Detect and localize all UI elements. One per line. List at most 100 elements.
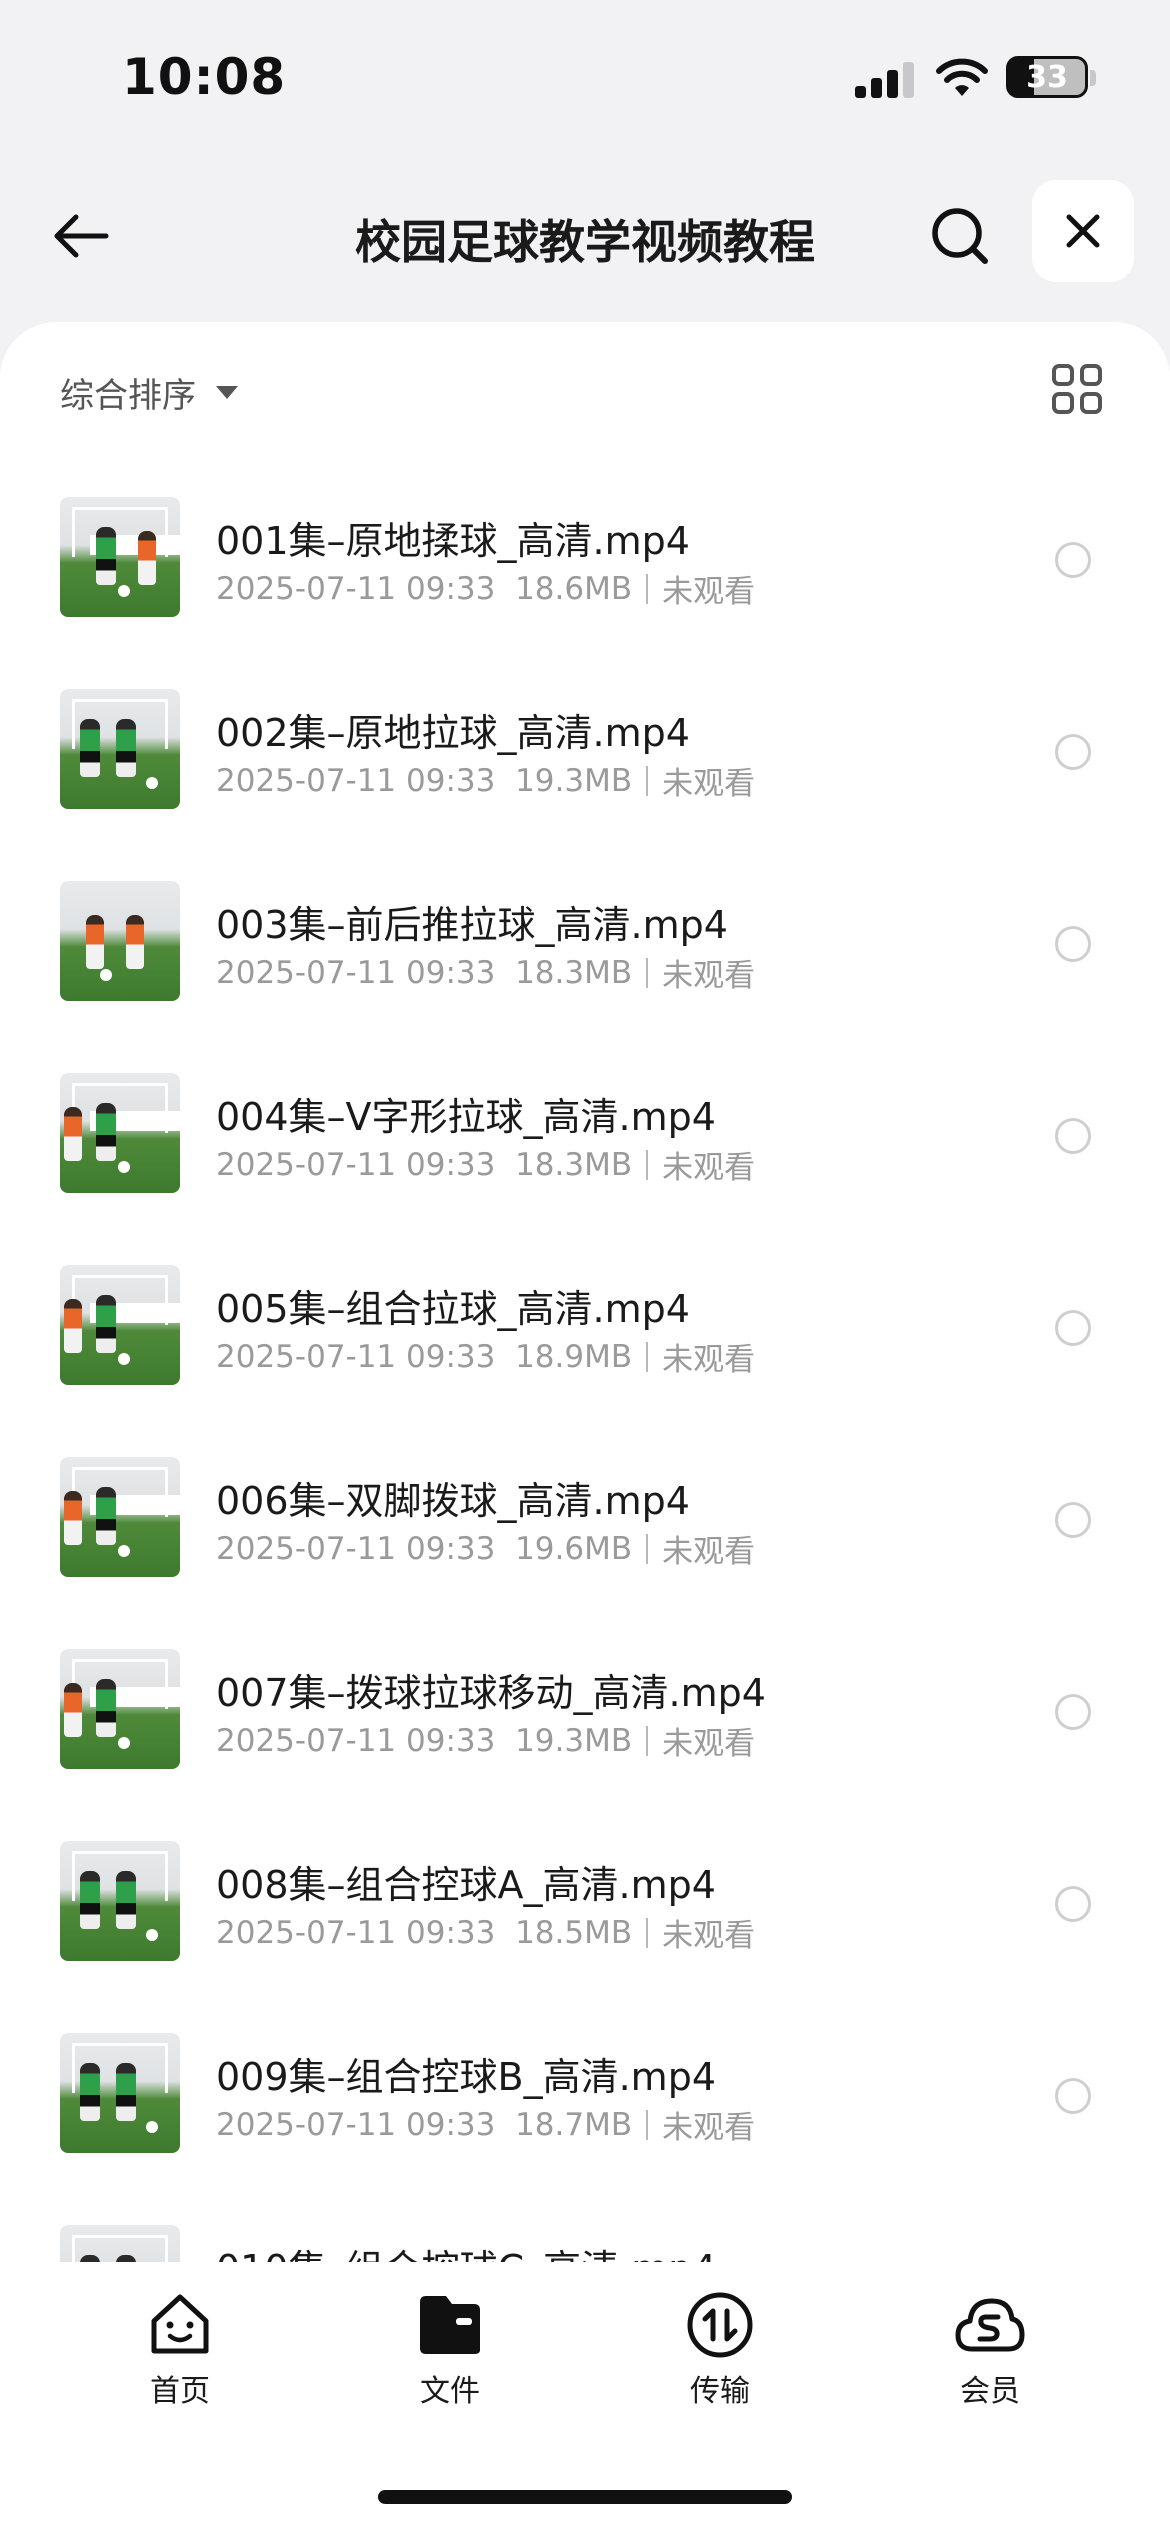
select-checkbox[interactable]: [1055, 734, 1091, 770]
select-checkbox[interactable]: [1055, 2078, 1091, 2114]
grid-view-icon: [1052, 364, 1074, 386]
file-name: 010集–组合控球C_高清.mp4: [216, 2238, 716, 2262]
video-thumbnail: [60, 1457, 180, 1577]
close-icon: [1066, 214, 1100, 248]
file-date: 2025-07-11 09:33: [216, 1146, 496, 1183]
video-thumbnail: [60, 1073, 180, 1193]
select-checkbox[interactable]: [1055, 542, 1091, 578]
battery-tip: [1090, 70, 1096, 86]
video-thumbnail: [60, 689, 180, 809]
file-row[interactable]: 008集–组合控球A_高清.mp4 2025-07-11 09:33 18.5M…: [0, 1816, 1170, 2008]
video-thumbnail: [60, 1649, 180, 1769]
file-size: 18.3MB: [515, 1146, 633, 1183]
cloud-s-icon: [955, 2298, 1025, 2352]
select-checkbox[interactable]: [1055, 1886, 1091, 1922]
tab-home[interactable]: 首页: [110, 2290, 250, 2410]
select-checkbox[interactable]: [1055, 926, 1091, 962]
sort-label: 综合排序: [60, 376, 196, 416]
battery-icon: 33: [1006, 56, 1088, 98]
file-name: 007集–拨球拉球移动_高清.mp4: [216, 1671, 766, 1715]
file-name: 001集–原地揉球_高清.mp4: [216, 519, 690, 563]
close-button[interactable]: [1032, 180, 1134, 282]
video-thumbnail: [60, 881, 180, 1001]
file-list-sheet: 综合排序 001集–原地揉球_高清.mp4 2025-07-11 09:33 1…: [0, 322, 1170, 2532]
file-date: 2025-07-11 09:33: [216, 1530, 496, 1567]
file-name: 009集–组合控球B_高清.mp4: [216, 2055, 716, 2099]
file-meta: 2025-07-11 09:33 19.6MB 未观看: [216, 1526, 755, 1571]
nav-bar: 校园足球教学视频教程: [0, 180, 1170, 290]
search-icon: [932, 208, 988, 264]
file-name: 004集–V字形拉球_高清.mp4: [216, 1095, 716, 1139]
file-size: 18.3MB: [515, 954, 633, 991]
file-size: 18.7MB: [515, 2106, 633, 2143]
smile-face-icon: [151, 2294, 209, 2354]
status-time: 10:08: [122, 48, 287, 106]
file-row[interactable]: 010集–组合控球C_高清.mp4: [0, 2200, 1170, 2262]
file-row[interactable]: 003集–前后推拉球_高清.mp4 2025-07-11 09:33 18.3M…: [0, 856, 1170, 1048]
file-name: 006集–双脚拨球_高清.mp4: [216, 1479, 690, 1523]
cellular-signal-icon: [855, 60, 915, 98]
watch-status: 未观看: [662, 1918, 756, 1954]
tab-member[interactable]: 会员: [920, 2290, 1060, 2410]
file-row[interactable]: 006集–双脚拨球_高清.mp4 2025-07-11 09:33 19.6MB…: [0, 1432, 1170, 1624]
search-button[interactable]: [920, 196, 1000, 276]
file-date: 2025-07-11 09:33: [216, 1338, 496, 1375]
file-meta: 2025-07-11 09:33 18.5MB 未观看: [216, 1910, 755, 1955]
file-row[interactable]: 009集–组合控球B_高清.mp4 2025-07-11 09:33 18.7M…: [0, 2008, 1170, 2200]
tab-label: 会员: [960, 2374, 1020, 2409]
caret-down-icon: [216, 386, 238, 399]
back-button[interactable]: [40, 196, 120, 276]
file-date: 2025-07-11 09:33: [216, 570, 496, 607]
file-size: 19.3MB: [515, 1722, 633, 1759]
file-meta: 2025-07-11 09:33 18.3MB 未观看: [216, 950, 755, 995]
file-row[interactable]: 007集–拨球拉球移动_高清.mp4 2025-07-11 09:33 19.3…: [0, 1624, 1170, 1816]
file-size: 18.5MB: [515, 1914, 633, 1951]
tab-files[interactable]: 文件: [380, 2290, 520, 2410]
tab-transfer[interactable]: 传输: [650, 2290, 790, 2410]
file-date: 2025-07-11 09:33: [216, 954, 496, 991]
wifi-icon: [936, 58, 988, 96]
select-checkbox[interactable]: [1055, 1118, 1091, 1154]
tab-label: 传输: [690, 2374, 750, 2409]
battery-level: 33: [1026, 59, 1068, 95]
watch-status: 未观看: [662, 1342, 756, 1378]
file-name: 002集–原地拉球_高清.mp4: [216, 711, 690, 755]
file-size: 18.9MB: [515, 1338, 633, 1375]
folder-icon: [420, 2296, 480, 2354]
file-size: 18.6MB: [515, 570, 633, 607]
status-bar: 10:08 33: [0, 0, 1170, 150]
file-meta: 2025-07-11 09:33 18.7MB 未观看: [216, 2102, 755, 2147]
file-meta: 2025-07-11 09:33 18.6MB 未观看: [216, 566, 755, 611]
watch-status: 未观看: [662, 574, 756, 610]
grid-view-button[interactable]: [1052, 364, 1106, 418]
tab-label: 首页: [150, 2374, 210, 2409]
watch-status: 未观看: [662, 1150, 756, 1186]
file-row[interactable]: 004集–V字形拉球_高清.mp4 2025-07-11 09:33 18.3M…: [0, 1048, 1170, 1240]
watch-status: 未观看: [662, 2110, 756, 2146]
select-checkbox[interactable]: [1055, 1694, 1091, 1730]
video-thumbnail: [60, 497, 180, 617]
file-meta: 2025-07-11 09:33 19.3MB 未观看: [216, 758, 755, 803]
file-row[interactable]: 002集–原地拉球_高清.mp4 2025-07-11 09:33 19.3MB…: [0, 664, 1170, 856]
select-checkbox[interactable]: [1055, 1310, 1091, 1346]
select-checkbox[interactable]: [1055, 1502, 1091, 1538]
file-row[interactable]: 005集–组合拉球_高清.mp4 2025-07-11 09:33 18.9MB…: [0, 1240, 1170, 1432]
file-name: 008集–组合控球A_高清.mp4: [216, 1863, 716, 1907]
file-date: 2025-07-11 09:33: [216, 2106, 496, 2143]
sort-dropdown[interactable]: 综合排序: [60, 368, 238, 417]
video-thumbnail: [60, 2033, 180, 2153]
transfer-arrows-icon: [687, 2292, 753, 2358]
video-thumbnail: [60, 2225, 180, 2262]
watch-status: 未观看: [662, 1534, 756, 1570]
file-name: 005集–组合拉球_高清.mp4: [216, 1287, 690, 1331]
file-meta: 2025-07-11 09:33 18.9MB 未观看: [216, 1334, 755, 1379]
video-thumbnail: [60, 1265, 180, 1385]
file-size: 19.6MB: [515, 1530, 633, 1567]
home-indicator: [378, 2490, 792, 2504]
video-thumbnail: [60, 1841, 180, 1961]
file-meta: 2025-07-11 09:33 18.3MB 未观看: [216, 1142, 755, 1187]
file-row[interactable]: 001集–原地揉球_高清.mp4 2025-07-11 09:33 18.6MB…: [0, 472, 1170, 664]
file-date: 2025-07-11 09:33: [216, 1722, 496, 1759]
tab-label: 文件: [420, 2374, 480, 2409]
file-date: 2025-07-11 09:33: [216, 762, 496, 799]
